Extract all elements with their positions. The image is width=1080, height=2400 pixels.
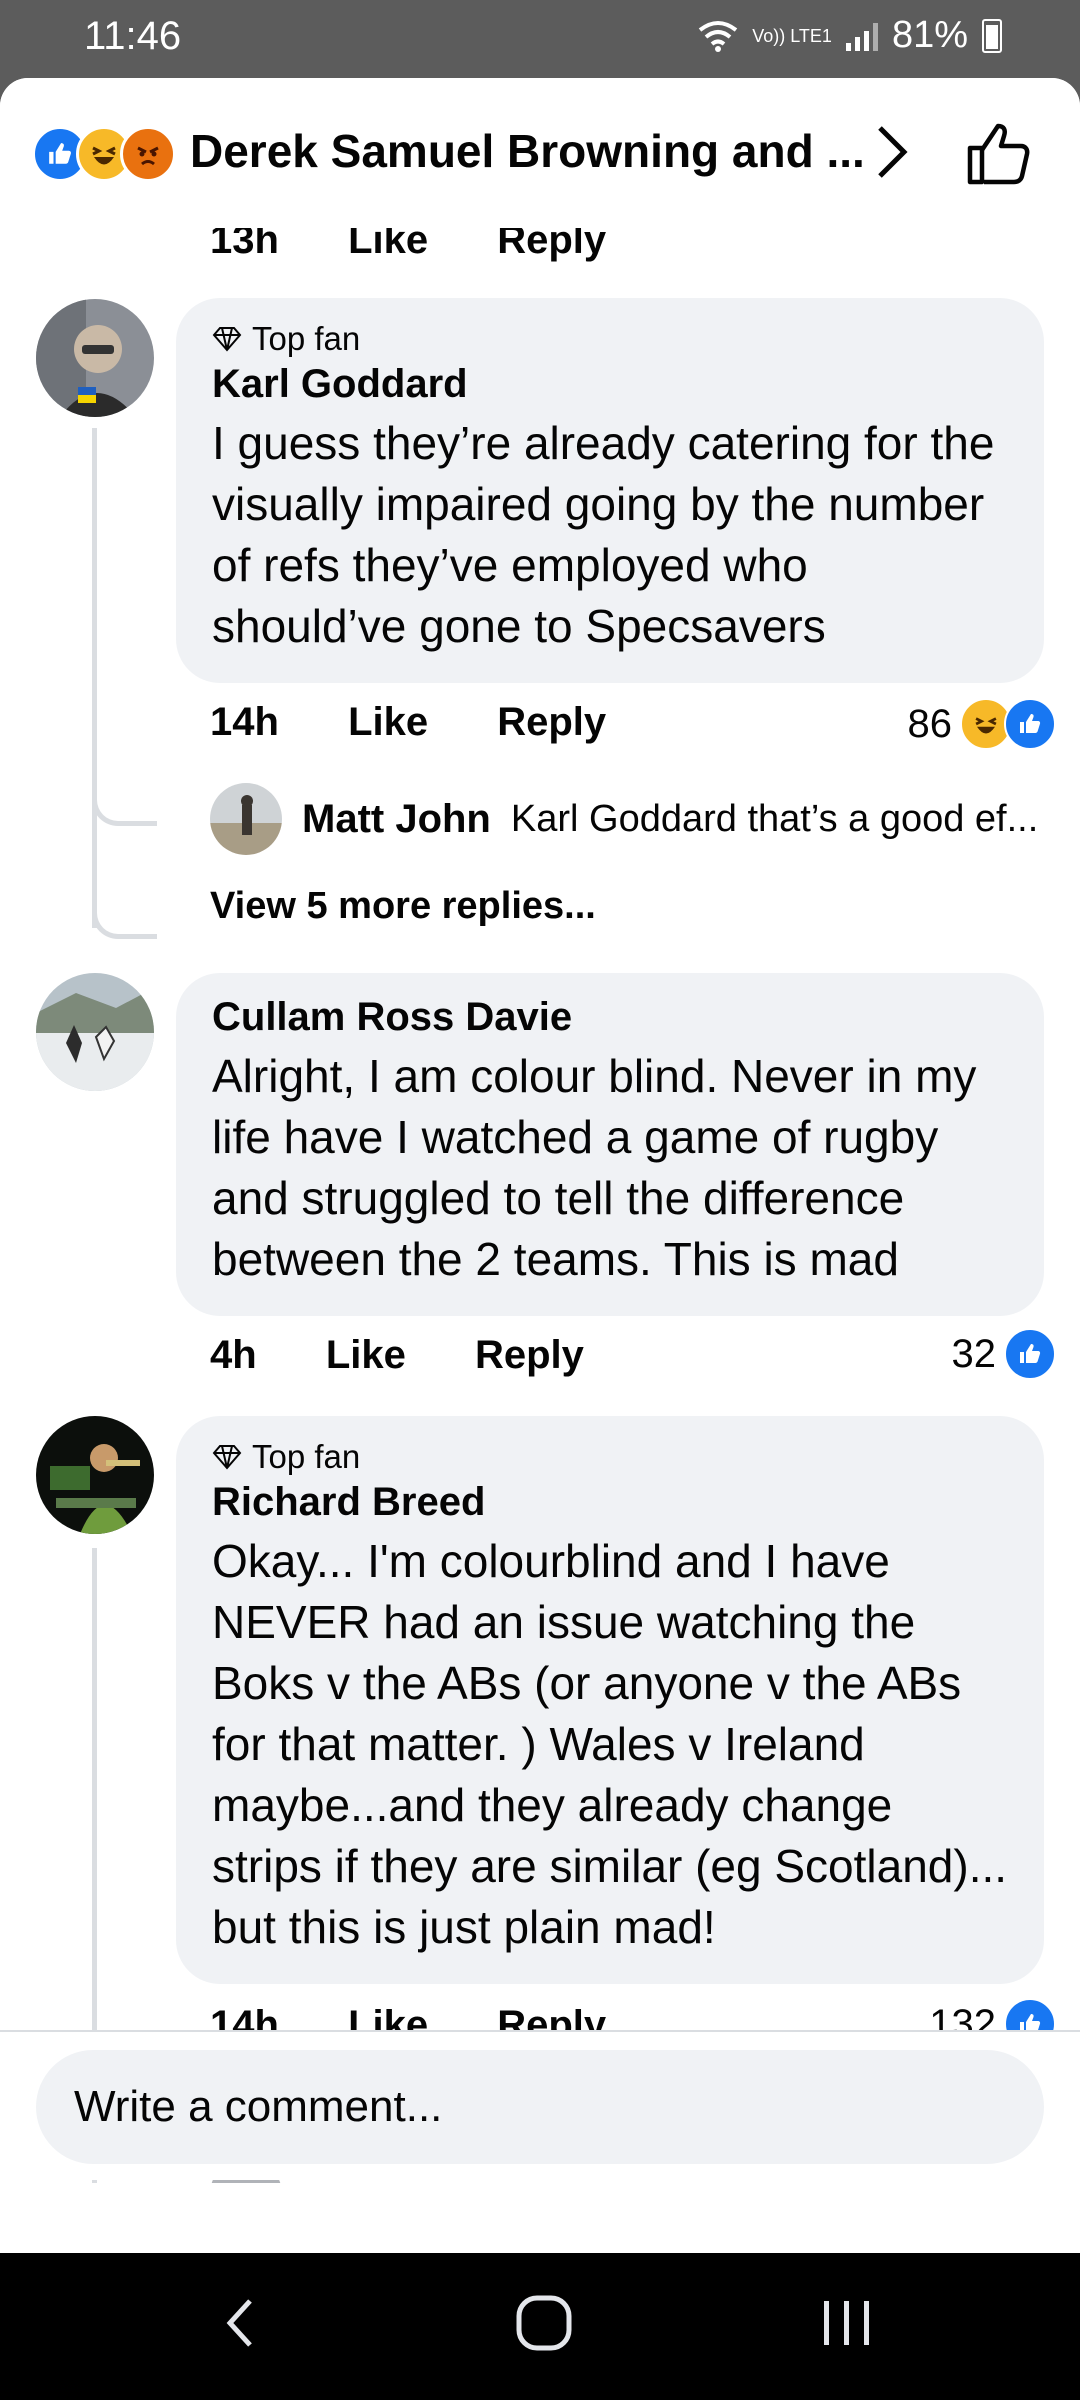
prev-comment-actions: 13h Like Reply [210, 228, 664, 263]
commenter-name[interactable]: Richard Breed [212, 1480, 1008, 1525]
comment-actions: 14h Like Reply [210, 700, 664, 745]
reaction-count-value: 32 [951, 1331, 997, 1376]
reaction-count[interactable]: 32 [951, 1328, 1056, 1380]
comment-time: 13h [210, 228, 279, 262]
avatar[interactable] [36, 299, 154, 417]
like-link[interactable]: Like [348, 700, 428, 744]
battery-percent: 81% [891, 14, 968, 56]
like-icon [1004, 698, 1056, 750]
like-link[interactable]: Like [326, 1333, 406, 1377]
chevron-right-icon[interactable] [872, 122, 912, 182]
comment-actions: 4h Like Reply [210, 1333, 642, 1378]
battery-icon [982, 18, 1002, 53]
top-fan-badge: Top fan [212, 320, 1008, 358]
comment-time: 4h [210, 1333, 257, 1377]
wifi-icon [699, 20, 738, 52]
thread-line [92, 428, 97, 928]
comment-text: Okay... I'm colourblind and I have NEVER… [212, 1535, 1008, 1953]
reply-link[interactable]: Reply [497, 228, 606, 262]
back-icon[interactable] [220, 2293, 260, 2353]
reaction-count-value: 86 [907, 701, 953, 746]
reply-link[interactable]: Reply [475, 1333, 584, 1377]
commenter-name[interactable]: Cullam Ross Davie [212, 995, 1008, 1040]
reactions-header[interactable]: Derek Samuel Browning and ... [0, 78, 1080, 228]
reply-preview[interactable]: Matt John Karl Goddard that’s a good ef.… [210, 783, 1038, 855]
recent-apps-icon[interactable] [820, 2293, 874, 2353]
diamond-icon [212, 327, 242, 352]
status-time: 11:46 [84, 14, 182, 58]
badge-label: Top fan [252, 320, 361, 357]
top-fan-badge: Top fan [212, 1438, 1008, 1476]
like-post-icon[interactable] [964, 118, 1034, 188]
reaction-count[interactable]: 86 [907, 698, 1056, 750]
comment-bubble[interactable]: Top fan Karl Goddard I guess they’re alr… [176, 298, 1044, 683]
status-bar: 11:46 Vo)) LTE1 81% [0, 0, 1080, 78]
comments-list[interactable]: 13h Like Reply Top fan Karl Goddard I gu… [0, 228, 1080, 2183]
reply-author[interactable]: Matt John [302, 797, 491, 842]
thread-connector [92, 896, 157, 939]
avatar[interactable] [210, 783, 282, 855]
angry-icon [120, 126, 176, 182]
comment-input[interactable]: Write a comment... [36, 2050, 1044, 2164]
reply-snippet: Karl Goddard that’s a good ef... [510, 797, 1039, 840]
comment-text: Alright, I am colour blind. Never in my … [212, 1050, 977, 1285]
diamond-icon [212, 1445, 242, 1470]
avatar[interactable] [36, 973, 154, 1091]
reaction-summary[interactable] [32, 126, 176, 182]
badge-label: Top fan [252, 1438, 361, 1475]
thread-connector [92, 793, 157, 826]
network-type: Vo)) LTE1 [752, 25, 832, 46]
like-icon [1004, 1328, 1056, 1380]
reactions-title[interactable]: Derek Samuel Browning and ... [190, 124, 865, 178]
status-icons: Vo)) LTE1 81% [698, 14, 1002, 57]
avatar[interactable] [36, 1416, 154, 1534]
comment-composer: Write a comment... [0, 2030, 1080, 2180]
comment-bubble[interactable]: Cullam Ross Davie Alright, I am colour b… [176, 973, 1044, 1316]
view-more-replies[interactable]: View 5 more replies... [210, 885, 596, 928]
comment-bubble[interactable]: Top fan Richard Breed Okay... I'm colour… [176, 1416, 1044, 1984]
commenter-name[interactable]: Karl Goddard [212, 362, 1008, 407]
reply-link[interactable]: Reply [497, 700, 606, 744]
comments-sheet: Derek Samuel Browning and ... 13h Like R… [0, 78, 1080, 2253]
comment-text: I guess they’re already catering for the… [212, 417, 995, 652]
like-link[interactable]: Like [348, 228, 428, 262]
home-icon[interactable] [514, 2293, 574, 2353]
signal-icon [845, 21, 878, 51]
system-nav-bar [0, 2253, 1080, 2400]
comment-time: 14h [210, 700, 279, 744]
